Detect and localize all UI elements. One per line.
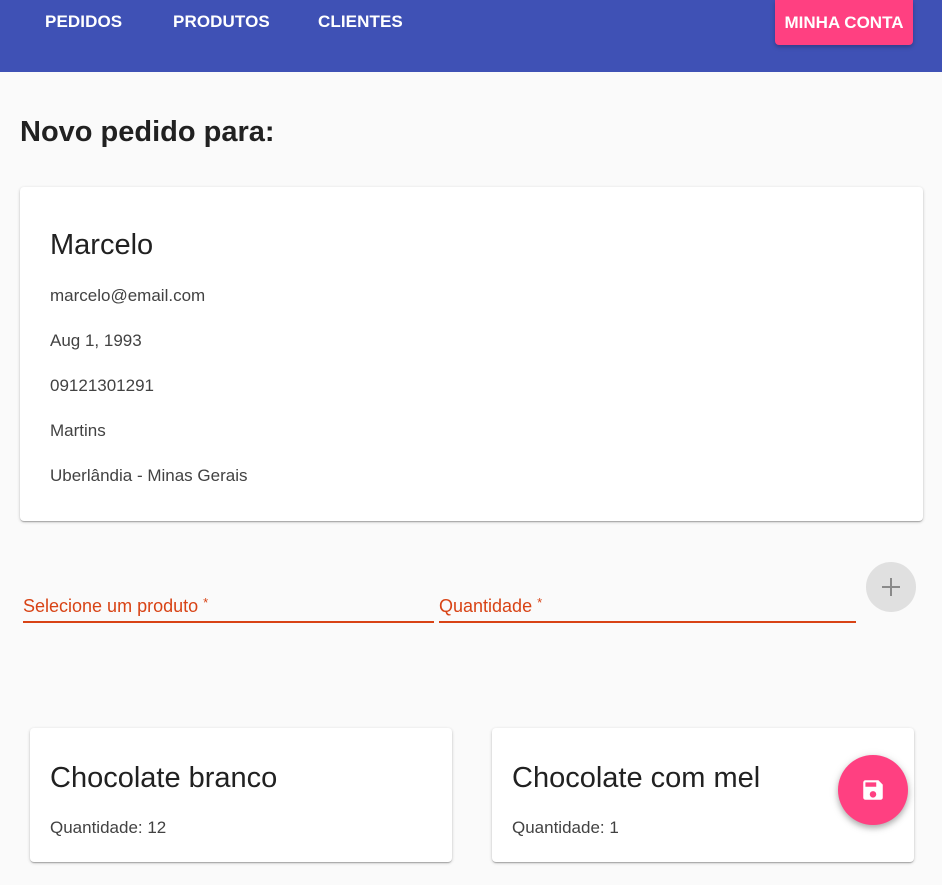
quantity-input-underline <box>439 621 856 623</box>
my-account-button[interactable]: MINHA CONTA <box>775 0 913 45</box>
save-order-button[interactable] <box>838 755 908 825</box>
client-birth-date: Aug 1, 1993 <box>50 331 142 350</box>
order-item-quantity: Quantidade: 12 <box>50 818 167 837</box>
page-title: Novo pedido para: <box>20 116 275 148</box>
client-card: Marcelo marcelo@email.com Aug 1, 1993 09… <box>20 187 923 521</box>
client-city-state: Uberlândia - Minas Gerais <box>50 466 248 485</box>
product-select-underline <box>23 621 434 623</box>
add-item-button[interactable] <box>866 562 916 612</box>
order-item-card: Chocolate branco Quantidade: 12 <box>30 728 452 862</box>
app-bar: PEDIDOS PRODUTOS CLIENTES MINHA CONTA <box>0 0 942 72</box>
product-select-label: Selecione um produto * <box>23 595 209 616</box>
order-item-quantity: Quantidade: 1 <box>512 818 619 837</box>
order-item-name: Chocolate branco <box>50 762 278 794</box>
plus-icon <box>882 578 900 596</box>
client-name: Marcelo <box>50 229 154 261</box>
quantity-input-label: Quantidade * <box>439 595 543 616</box>
floppy-disk-icon <box>863 780 883 800</box>
nav-link-pedidos[interactable]: PEDIDOS <box>45 12 122 32</box>
client-neighborhood: Martins <box>50 421 106 440</box>
nav-link-clientes[interactable]: CLIENTES <box>318 12 403 32</box>
nav-link-produtos[interactable]: PRODUTOS <box>173 12 270 32</box>
client-email: marcelo@email.com <box>50 286 206 305</box>
order-item-name: Chocolate com mel <box>512 762 761 794</box>
client-phone: 09121301291 <box>50 376 155 395</box>
